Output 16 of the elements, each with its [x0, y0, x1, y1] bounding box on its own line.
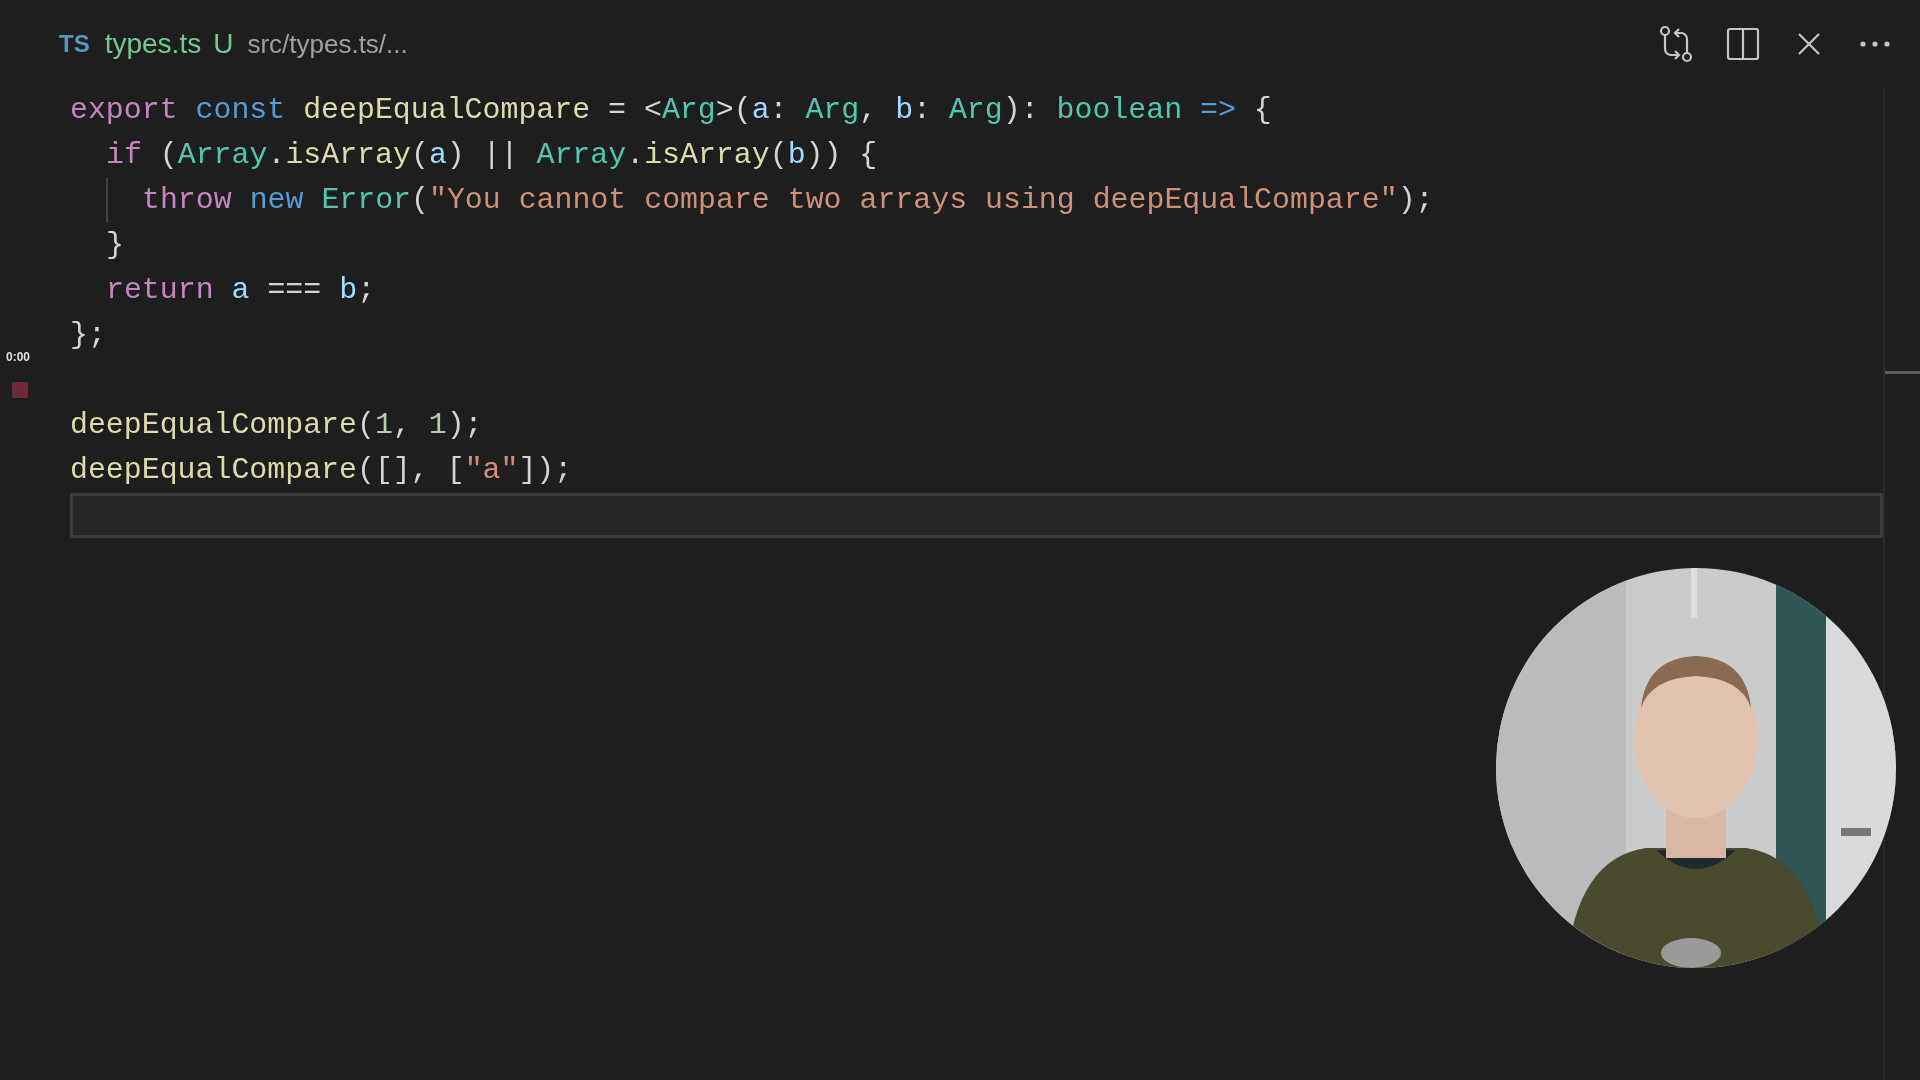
code-line: deepEqualCompare(1, 1);	[70, 407, 483, 444]
code-line: };	[70, 317, 106, 354]
tab-filename[interactable]: types.ts	[104, 28, 202, 60]
code-line: deepEqualCompare([], ["a"]);	[70, 452, 573, 489]
code-line: if (Array.isArray(a) || Array.isArray(b)) {	[106, 137, 878, 174]
code-line: throw new Error("You cannot compare two arrays using deepEqualCompare");	[142, 182, 1434, 219]
code-line: return a === b;	[106, 272, 376, 309]
language-label: TS	[59, 30, 90, 58]
recording-time: 0:00	[6, 350, 31, 364]
code-line: }	[106, 227, 124, 264]
code-line: export const deepEqualCompare = <Arg>(a: Arg, b: Arg): boolean => {	[70, 92, 1272, 129]
split-editor-icon[interactable]	[1724, 25, 1762, 63]
record-icon	[12, 382, 28, 398]
scrollbar-marker	[1885, 371, 1920, 374]
git-status: U	[213, 28, 234, 60]
file-path: src/types.ts/...	[247, 28, 408, 60]
